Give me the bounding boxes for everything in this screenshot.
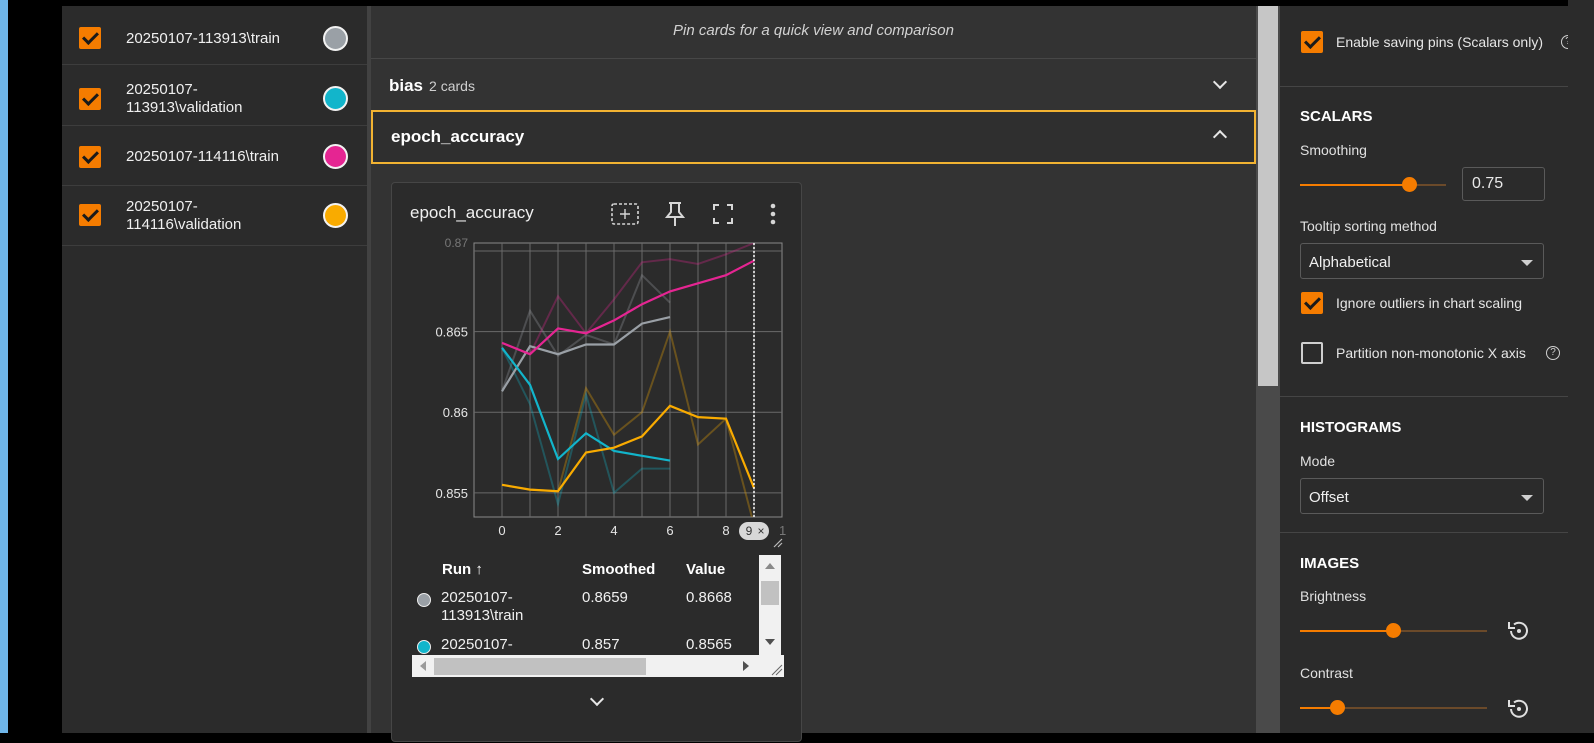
histograms-section-title: HISTOGRAMS: [1300, 419, 1402, 436]
settings-panel: Enable saving pins (Scalars only) ? SCAL…: [1280, 6, 1569, 733]
step-cursor-label: 9: [746, 524, 753, 538]
chevron-up-icon[interactable]: [1212, 129, 1228, 145]
run-checkbox[interactable]: [79, 88, 101, 110]
table-header-value[interactable]: Value: [686, 561, 725, 578]
enable-pins-label: Enable saving pins (Scalars only): [1336, 34, 1543, 50]
y-tick-label: 0.86: [443, 405, 468, 420]
run-checkbox[interactable]: [79, 146, 101, 168]
table-cell-value: 0.8668: [686, 589, 732, 606]
group-title: epoch_accuracy: [391, 127, 525, 146]
pin-hint: Pin cards for a quick view and compariso…: [371, 6, 1256, 59]
run-label: 20250107-114116\validation: [126, 198, 242, 233]
run-color-swatch[interactable]: [323, 26, 348, 51]
series-raw-line: [501, 328, 753, 517]
x-tick-label: 0: [498, 523, 505, 538]
window-edge: [0, 0, 8, 733]
chevron-down-icon[interactable]: [1212, 74, 1228, 90]
group-card-count: 2 cards: [429, 78, 475, 94]
x-tick-label: 4: [610, 523, 617, 538]
tooltip-sorting-value: Alphabetical: [1309, 254, 1391, 271]
dropdown-caret-icon: [1521, 260, 1533, 266]
scalar-card: epoch_accuracy 0.865 0.86 0.855 0.87 0 2 4 6 8 1 9…: [391, 182, 802, 742]
table-header-smoothed[interactable]: Smoothed: [582, 561, 655, 578]
divider: [1280, 396, 1568, 397]
partition-checkbox[interactable]: [1301, 342, 1323, 364]
left-gutter: [8, 0, 62, 733]
run-checkbox[interactable]: [79, 27, 101, 49]
table-row-color-dot: [417, 593, 431, 607]
plot-frame: [473, 242, 783, 518]
smoothing-slider-thumb[interactable]: [1402, 177, 1417, 192]
tooltip-sorting-select[interactable]: Alphabetical: [1300, 243, 1544, 279]
table-cell-run: 20250107-: [441, 636, 513, 652]
table-horizontal-scrollbar[interactable]: [412, 655, 784, 677]
x-tick-label: 6: [666, 523, 673, 538]
smoothing-slider-fill: [1300, 184, 1410, 186]
resize-handle-icon: [773, 538, 783, 548]
scalars-section-title: SCALARS: [1300, 108, 1373, 125]
run-row[interactable]: 20250107-114116\train: [62, 127, 367, 186]
smoothing-label: Smoothing: [1300, 142, 1367, 158]
table-cell-smoothed: 0.8659: [582, 589, 628, 606]
brightness-slider-thumb[interactable]: [1386, 623, 1401, 638]
x-tick-label-partial: 1: [779, 523, 786, 538]
histogram-mode-select[interactable]: Offset: [1300, 478, 1544, 514]
run-checkbox[interactable]: [79, 204, 101, 226]
run-label: 20250107-113913\train: [126, 30, 281, 47]
images-section-title: IMAGES: [1300, 555, 1360, 572]
histogram-mode-value: Offset: [1309, 489, 1349, 506]
dropdown-caret-icon: [1521, 495, 1533, 501]
ignore-outliers-label: Ignore outliers in chart scaling: [1336, 295, 1522, 311]
help-icon[interactable]: ?: [1546, 346, 1560, 360]
divider: [1280, 86, 1568, 87]
run-label: 20250107-113913\validation: [126, 81, 243, 116]
reset-contrast-icon[interactable]: [1505, 696, 1531, 722]
smoothing-input[interactable]: 0.75: [1462, 167, 1545, 201]
run-color-swatch[interactable]: [323, 144, 348, 169]
table-cell-value: 0.8565: [686, 636, 732, 652]
runs-panel: 20250107-113913\train 20250107-113913\va…: [62, 6, 367, 733]
partition-label: Partition non-monotonic X axis: [1336, 345, 1526, 361]
settings-panel-edge: [1568, 0, 1594, 733]
series-smoothed-line: [501, 404, 756, 493]
run-row[interactable]: 20250107-113913\validation: [62, 67, 367, 126]
run-label: 20250107-114116\train: [126, 148, 279, 165]
group-title: bias 2 cards: [389, 76, 475, 95]
table-row-color-dot: [417, 640, 431, 654]
main-content: Pin cards for a quick view and compariso…: [371, 6, 1256, 742]
run-color-swatch[interactable]: [323, 203, 348, 228]
x-tick-label: 8: [722, 523, 729, 538]
table-vertical-scrollbar[interactable]: [759, 555, 781, 657]
tooltip-sorting-label: Tooltip sorting method: [1300, 218, 1437, 234]
run-color-swatch[interactable]: [323, 86, 348, 111]
reset-brightness-icon[interactable]: [1505, 618, 1531, 644]
ignore-outliers-checkbox[interactable]: [1301, 292, 1323, 314]
run-row[interactable]: 20250107-113913\train: [62, 6, 367, 65]
y-tick-label-partial: 0.87: [445, 236, 469, 250]
y-tick-label: 0.865: [435, 325, 468, 340]
y-tick-label: 0.855: [435, 486, 468, 501]
contrast-slider-thumb[interactable]: [1329, 700, 1345, 715]
enable-pins-checkbox[interactable]: [1301, 31, 1323, 53]
contrast-label: Contrast: [1300, 665, 1353, 681]
table-cell-smoothed: 0.857: [582, 636, 620, 652]
brightness-label: Brightness: [1300, 588, 1367, 604]
close-icon[interactable]: ×: [757, 524, 764, 538]
brightness-slider-fill: [1300, 630, 1394, 632]
main-scrollbar-thumb[interactable]: [1258, 6, 1278, 386]
table-header-run[interactable]: Run ↑: [442, 561, 483, 578]
series-raw-line: [501, 243, 755, 356]
table-cell-run: 20250107-113913\train: [441, 589, 524, 624]
run-row[interactable]: 20250107-114116\validation: [62, 187, 367, 246]
x-tick-label: 2: [554, 523, 561, 538]
group-header-epoch-accuracy[interactable]: epoch_accuracy: [371, 110, 1256, 164]
mode-label: Mode: [1300, 453, 1336, 469]
divider: [1280, 532, 1568, 533]
group-header-bias[interactable]: bias 2 cards: [371, 60, 1256, 112]
